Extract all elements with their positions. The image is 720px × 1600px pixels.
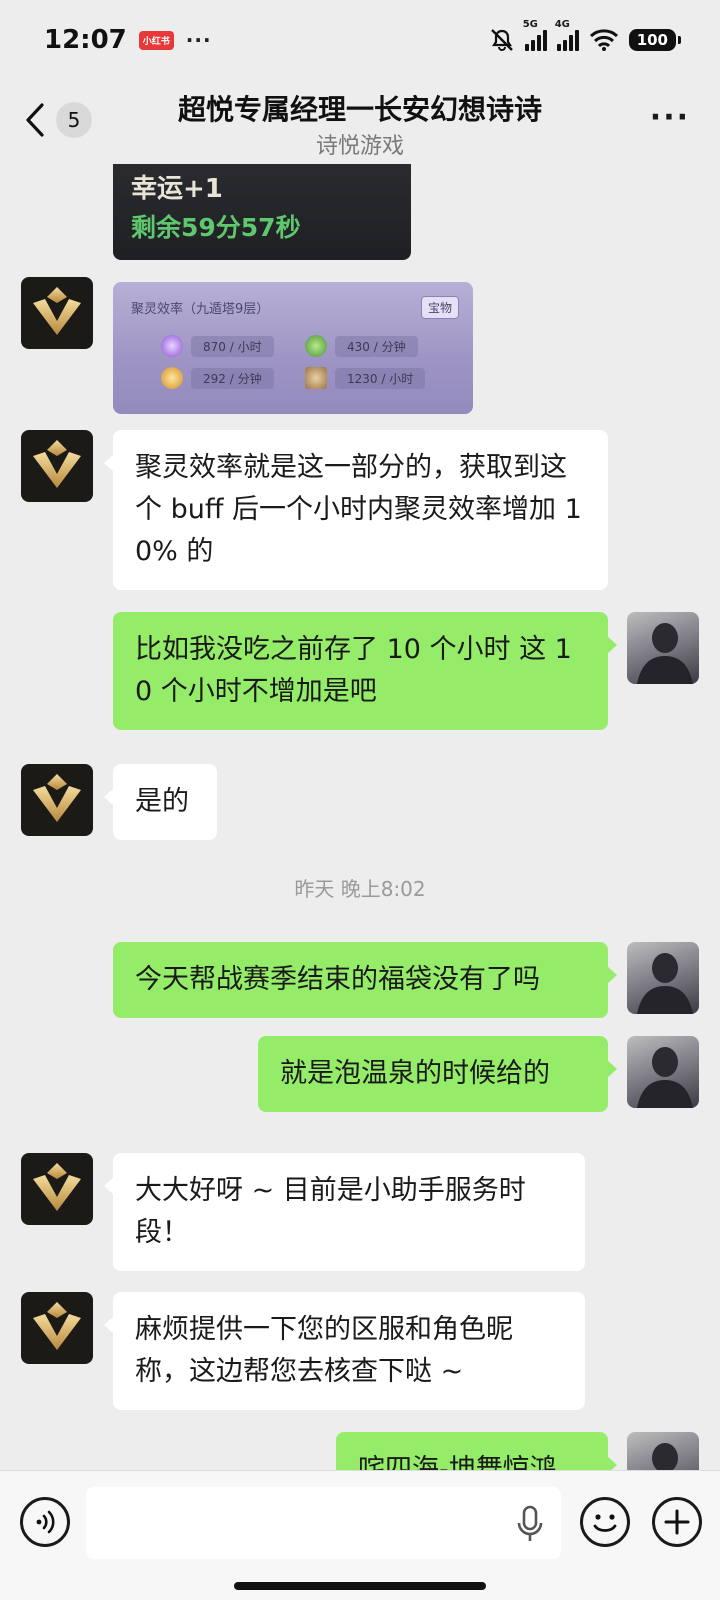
- xiaohongshu-badge-icon: 小红书: [138, 30, 174, 50]
- treasure-tag: 宝物: [420, 296, 459, 319]
- eff-value: 1230 / 小时: [335, 367, 426, 389]
- scroll-icon: [305, 367, 327, 389]
- signal-4g-label: 4G: [554, 19, 570, 30]
- user-avatar[interactable]: [627, 1432, 699, 1470]
- battery-icon: 100: [628, 29, 682, 51]
- efficiency-title: 聚灵效率（九遁塔9层）: [131, 302, 270, 317]
- cs-avatar[interactable]: [21, 430, 93, 502]
- cs-avatar[interactable]: [21, 277, 93, 349]
- more-options-button[interactable]: ···: [650, 103, 690, 133]
- message-timestamp: 昨天 晚上8:02: [294, 877, 426, 901]
- buff-luck-text: 幸运+1: [131, 174, 223, 204]
- eff-row-1-left: 870 / 小时: [161, 335, 274, 357]
- chat-title: 超悦专属经理一长安幻想诗诗: [177, 93, 542, 126]
- home-indicator[interactable]: [234, 1582, 486, 1590]
- status-bar: 12:07 小红书 ··· 5G 4G 100: [0, 0, 720, 80]
- user-avatar[interactable]: [627, 1036, 699, 1108]
- cs-avatar[interactable]: [21, 1292, 93, 1364]
- brand-logo-icon: [33, 440, 81, 488]
- signal-5g-icon: 5G: [523, 19, 547, 51]
- cs-avatar[interactable]: [21, 1153, 93, 1225]
- status-left: 12:07 小红书 ···: [44, 25, 212, 55]
- brand-logo-icon: [33, 287, 81, 335]
- message-bubble-incoming[interactable]: 是的: [104, 764, 217, 840]
- message-text-input[interactable]: [86, 1487, 561, 1559]
- signal-4g-icon: 4G: [555, 19, 579, 51]
- status-right: 5G 4G 100: [489, 19, 682, 52]
- status-time: 12:07: [44, 25, 127, 55]
- emoji-button[interactable]: [580, 1497, 630, 1547]
- spirit-orb-icon: [161, 335, 183, 357]
- buff-remaining-text: 剩余59分57秒: [131, 213, 301, 242]
- message-bubble-incoming[interactable]: 聚灵效率就是这一部分的，获取到这个 buff 后一个小时内聚灵效率增加 10% …: [104, 430, 608, 590]
- message-bubble-incoming[interactable]: 大大好呀 ~ 目前是小助手服务时段！: [104, 1153, 585, 1271]
- voice-wave-icon: [36, 1510, 55, 1534]
- chat-message-list[interactable]: 幸运+1 剩余59分57秒 聚灵效率（九遁塔9层） 宝物 870 / 小时 43…: [0, 164, 720, 1470]
- cs-avatar[interactable]: [21, 764, 93, 836]
- smiley-face-icon: [593, 1514, 617, 1532]
- chat-subtitle: 诗悦游戏: [315, 134, 404, 159]
- eff-value: 430 / 分钟: [335, 335, 418, 357]
- voice-input-button[interactable]: [20, 1497, 70, 1547]
- brand-logo-icon: [33, 1302, 81, 1350]
- eff-value: 292 / 分钟: [191, 367, 274, 389]
- image-message-efficiency[interactable]: 聚灵效率（九遁塔9层） 宝物 870 / 小时 430 / 分钟 292 / 分…: [113, 282, 473, 414]
- user-avatar-figure-icon: [637, 623, 693, 684]
- user-avatar[interactable]: [627, 942, 699, 1014]
- message-bubble-outgoing[interactable]: 比如我没吃之前存了 10 个小时 这 10 个小时不增加是吧: [113, 612, 617, 730]
- exp-badge-icon: [305, 335, 327, 357]
- plus-icon: [664, 1509, 690, 1535]
- signal-5g-label: 5G: [522, 19, 538, 30]
- user-avatar-figure-icon: [637, 1047, 693, 1108]
- mute-icon: [490, 29, 513, 51]
- eff-row-2-right: 1230 / 小时: [305, 367, 426, 389]
- message-bubble-outgoing[interactable]: 今天帮战赛季结束的福袋没有了吗: [113, 942, 617, 1018]
- chat-input-bar: [0, 1470, 720, 1600]
- eff-row-1-right: 430 / 分钟: [305, 335, 418, 357]
- more-notifications-icon: ···: [185, 28, 212, 52]
- user-avatar-figure-icon: [637, 953, 693, 1014]
- brand-logo-icon: [33, 1163, 81, 1211]
- microphone-icon[interactable]: [515, 1505, 545, 1543]
- more-actions-plus-button[interactable]: [652, 1497, 702, 1547]
- eff-value: 870 / 小时: [191, 335, 274, 357]
- chat-header: 5 超悦专属经理一长安幻想诗诗 诗悦游戏 ···: [0, 80, 720, 164]
- user-avatar[interactable]: [627, 612, 699, 684]
- message-bubble-outgoing[interactable]: 就是泡温泉的时候给的: [258, 1036, 617, 1112]
- wifi-icon: [589, 29, 618, 51]
- user-avatar-figure-icon: [652, 1443, 678, 1470]
- image-message-buff[interactable]: 幸运+1 剩余59分57秒: [113, 164, 411, 260]
- eff-row-2-left: 292 / 分钟: [161, 367, 274, 389]
- brand-logo-icon: [33, 774, 81, 822]
- coin-icon: [161, 367, 183, 389]
- message-bubble-incoming[interactable]: 麻烦提供一下您的区服和角色昵称，这边帮您去核查下哒 ~: [104, 1292, 585, 1410]
- message-bubble-outgoing[interactable]: 咤四海-坤舞惊鸿: [336, 1432, 617, 1470]
